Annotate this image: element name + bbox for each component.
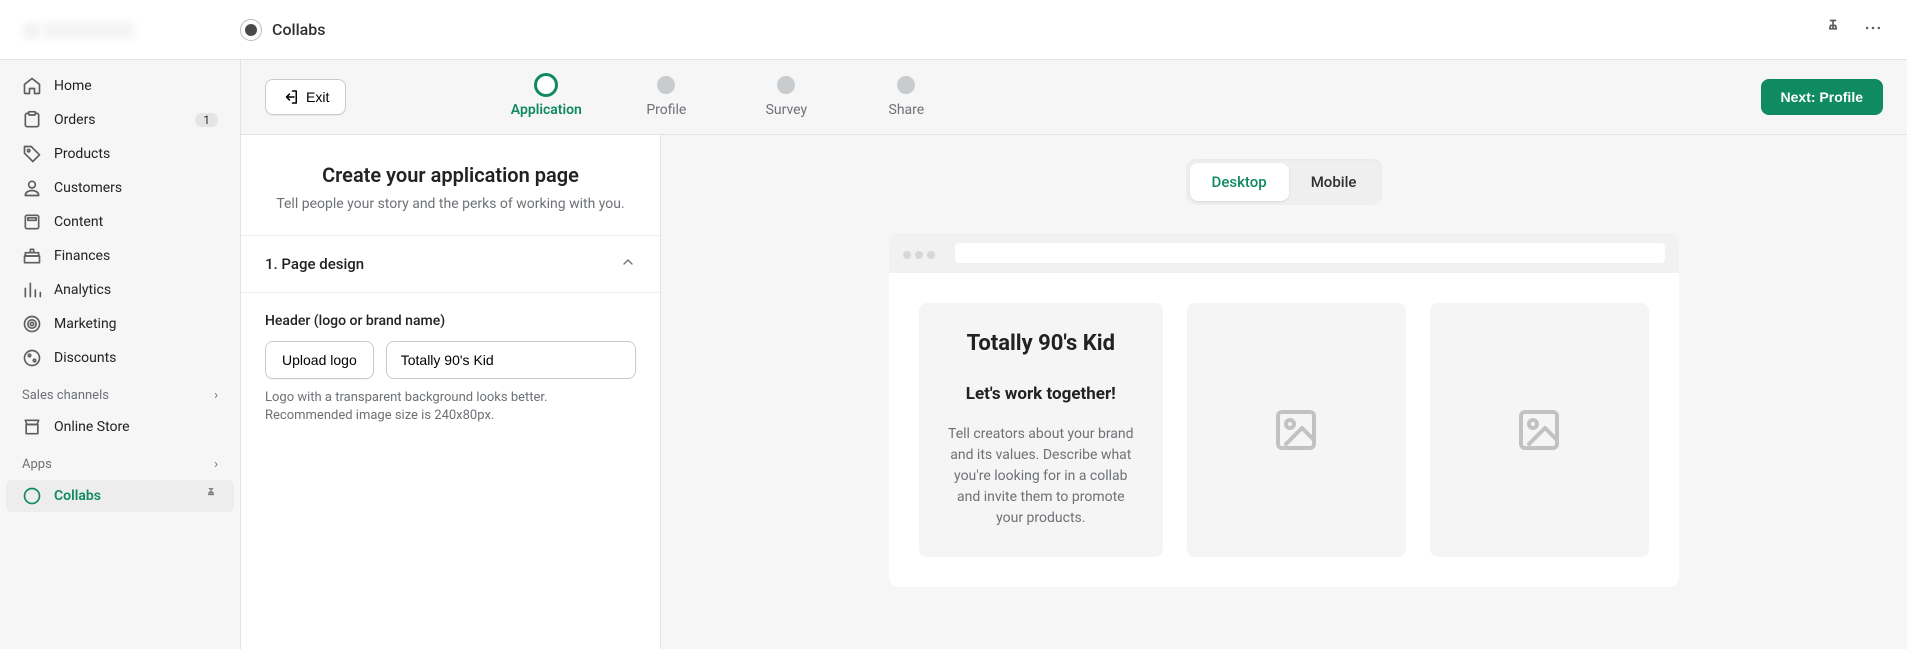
view-mobile[interactable]: Mobile: [1289, 163, 1379, 201]
view-toggle: Desktop Mobile: [1186, 159, 1383, 205]
home-icon: [22, 76, 42, 96]
sidebar-label: Collabs: [54, 488, 101, 504]
sidebar-label: Orders: [54, 112, 96, 128]
browser-preview: Totally 90's Kid Let's work together! Te…: [889, 233, 1679, 587]
sidebar-item-products[interactable]: Products: [6, 138, 234, 170]
chevron-right-icon: ›: [214, 457, 218, 472]
exit-icon: [282, 88, 300, 106]
sidebar-item-orders[interactable]: Orders 1: [6, 104, 234, 136]
pin-icon[interactable]: [204, 487, 218, 505]
collabs-app-icon: [240, 19, 262, 41]
editor-panel: Create your application page Tell people…: [241, 135, 661, 649]
sidebar-label: Discounts: [54, 350, 116, 366]
preview-headline: Let's work together!: [943, 384, 1139, 404]
progress-stepper: Application Profile Survey Share: [486, 76, 966, 118]
sidebar-item-content[interactable]: Content: [6, 206, 234, 238]
sidebar-label: Online Store: [54, 419, 130, 435]
sidebar-label: Content: [54, 214, 103, 230]
page-subtitle: Tell people your story and the perks of …: [265, 195, 636, 215]
sidebar-label: Marketing: [54, 316, 117, 332]
orders-badge: 1: [195, 113, 218, 127]
page-title: Create your application page: [265, 163, 636, 187]
brand-name-input[interactable]: [386, 341, 636, 379]
sidebar-item-finances[interactable]: Finances: [6, 240, 234, 272]
step-profile[interactable]: Profile: [606, 76, 726, 118]
products-icon: [22, 144, 42, 164]
sidebar: Home Orders1 Products Customers Content …: [0, 60, 240, 649]
step-application[interactable]: Application: [486, 76, 606, 118]
logo-hint: Logo with a transparent background looks…: [265, 389, 636, 425]
address-bar: [955, 243, 1665, 263]
store-icon: [22, 417, 42, 437]
sidebar-item-analytics[interactable]: Analytics: [6, 274, 234, 306]
step-share[interactable]: Share: [846, 76, 966, 118]
content-icon: [22, 212, 42, 232]
exit-button[interactable]: Exit: [265, 79, 346, 115]
preview-panel: Desktop Mobile Totally 90's Kid Let's wo…: [661, 135, 1907, 649]
sidebar-label: Analytics: [54, 282, 111, 298]
header-field-label: Header (logo or brand name): [265, 313, 636, 329]
more-icon[interactable]: [1863, 18, 1883, 42]
sidebar-section-sales-channels[interactable]: Sales channels›: [6, 376, 234, 409]
orders-icon: [22, 110, 42, 130]
upload-logo-button[interactable]: Upload logo: [265, 341, 374, 379]
customers-icon: [22, 178, 42, 198]
accordion-page-design[interactable]: 1. Page design: [241, 236, 660, 293]
analytics-icon: [22, 280, 42, 300]
preview-brand: Totally 90's Kid: [943, 331, 1139, 356]
chevron-right-icon: ›: [214, 388, 218, 403]
shop-brand-blurred: ▢ ░░░░░░░░: [24, 20, 240, 40]
sidebar-section-apps[interactable]: Apps›: [6, 445, 234, 478]
sidebar-item-online-store[interactable]: Online Store: [6, 411, 234, 443]
marketing-icon: [22, 314, 42, 334]
discounts-icon: [22, 348, 42, 368]
preview-image-placeholder-2: [1430, 303, 1649, 557]
sidebar-label: Customers: [54, 180, 122, 196]
app-title: Collabs: [272, 20, 326, 39]
view-desktop[interactable]: Desktop: [1190, 163, 1289, 201]
top-bar: ▢ ░░░░░░░░ Collabs: [0, 0, 1907, 60]
window-dots-icon: [903, 244, 939, 263]
sidebar-item-discounts[interactable]: Discounts: [6, 342, 234, 374]
preview-main-card: Totally 90's Kid Let's work together! Te…: [919, 303, 1163, 557]
next-profile-button[interactable]: Next: Profile: [1761, 79, 1883, 115]
collabs-nav-icon: [22, 486, 42, 506]
sidebar-item-marketing[interactable]: Marketing: [6, 308, 234, 340]
pin-icon[interactable]: [1823, 18, 1843, 42]
finances-icon: [22, 246, 42, 266]
app-title-container: Collabs: [240, 19, 326, 41]
preview-image-placeholder-1: [1187, 303, 1406, 557]
preview-body: Tell creators about your brand and its v…: [943, 424, 1139, 529]
sidebar-item-home[interactable]: Home: [6, 70, 234, 102]
sidebar-label: Products: [54, 146, 110, 162]
sidebar-item-collabs[interactable]: Collabs: [6, 480, 234, 512]
sidebar-label: Finances: [54, 248, 110, 264]
toolbar: Exit Application Profile Survey Share Ne…: [241, 60, 1907, 134]
step-survey[interactable]: Survey: [726, 76, 846, 118]
sidebar-label: Home: [54, 78, 92, 94]
chevron-up-icon: [620, 254, 636, 274]
sidebar-item-customers[interactable]: Customers: [6, 172, 234, 204]
